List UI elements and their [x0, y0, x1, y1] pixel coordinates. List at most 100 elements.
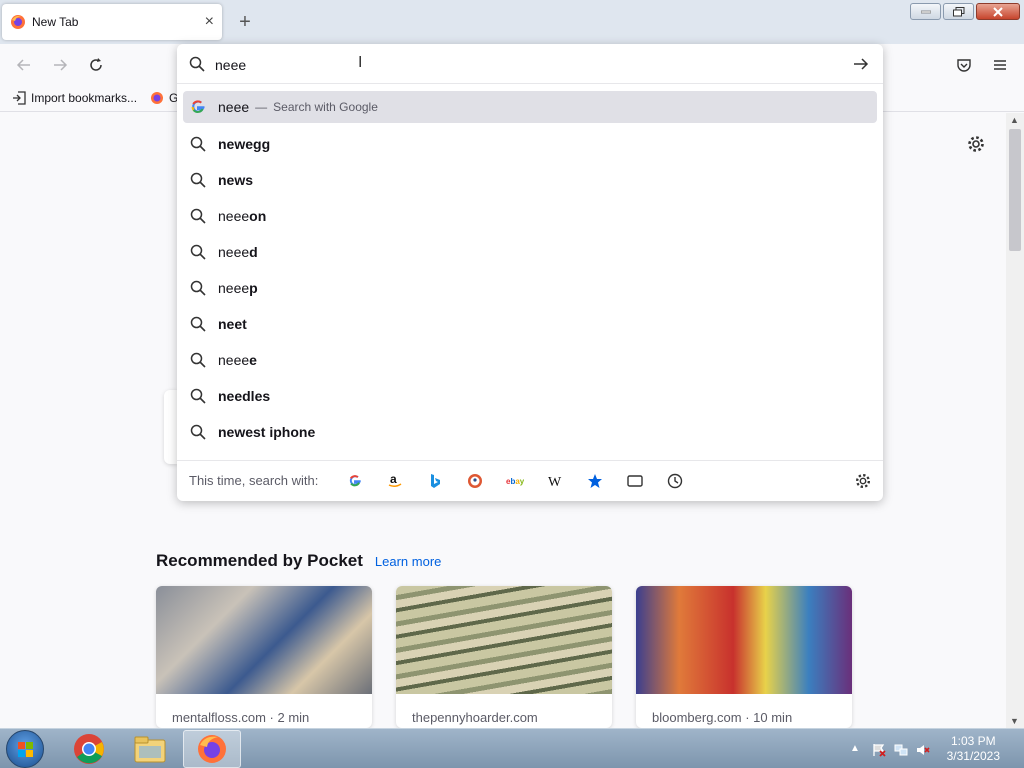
- search-icon: [190, 424, 206, 440]
- back-icon[interactable]: [15, 56, 33, 74]
- close-window-button[interactable]: [976, 3, 1020, 20]
- wikipedia-icon[interactable]: W: [545, 471, 565, 491]
- explorer-taskbar-icon[interactable]: [121, 730, 179, 768]
- restore-button[interactable]: [943, 3, 974, 20]
- suggestion-typed: neee: [218, 208, 250, 224]
- tab-new-tab[interactable]: New Tab ×: [2, 4, 222, 40]
- bing-icon[interactable]: [425, 471, 445, 491]
- google-icon[interactable]: [345, 471, 365, 491]
- firefox-icon: [10, 14, 26, 30]
- suggestion-completion: e: [249, 352, 257, 368]
- search-icon: [190, 136, 206, 152]
- story-image: [636, 586, 852, 694]
- search-icon: [190, 208, 206, 224]
- pocket-card[interactable]: thepennyhoarder.com: [396, 586, 612, 728]
- pocket-section-header: Recommended by Pocket Learn more: [156, 551, 441, 571]
- suggestion-row[interactable]: neee p: [183, 272, 877, 304]
- search-icon: [190, 172, 206, 188]
- suggestion-completion: d: [249, 244, 258, 260]
- scroll-down-icon[interactable]: ▼: [1010, 716, 1019, 726]
- scroll-up-icon[interactable]: ▲: [1010, 115, 1019, 125]
- learn-more-link[interactable]: Learn more: [375, 554, 441, 569]
- story-source: mentalfloss.com · 2 min: [172, 710, 310, 725]
- search-icon: [189, 56, 205, 75]
- story-source: bloomberg.com · 10 min: [652, 710, 793, 725]
- clock-date: 3/31/2023: [946, 749, 1000, 763]
- pocket-heading: Recommended by Pocket: [156, 551, 363, 570]
- action-center-icon[interactable]: [872, 743, 886, 757]
- clock-time: 1:03 PM: [950, 734, 996, 748]
- chrome-taskbar-icon[interactable]: [60, 730, 118, 768]
- suggestion-row[interactable]: newegg: [183, 128, 877, 160]
- suggestion-typed: neee: [218, 244, 250, 260]
- gear-icon[interactable]: [966, 134, 986, 154]
- amazon-icon[interactable]: a: [385, 471, 405, 491]
- page-scrollbar[interactable]: ▲ ▼: [1006, 113, 1024, 728]
- show-hidden-icons-icon[interactable]: ▲: [850, 743, 864, 757]
- suggestion-completion: neet: [218, 316, 247, 332]
- new-tab-button[interactable]: +: [233, 10, 257, 34]
- suggestion-typed: neee: [218, 280, 250, 296]
- suggestion-completion: news: [218, 172, 254, 188]
- suggestion-completion: on: [249, 208, 267, 224]
- pocket-card[interactable]: mentalfloss.com · 2 min: [156, 586, 372, 728]
- tabs-icon[interactable]: [625, 471, 645, 491]
- scrollbar-thumb[interactable]: [1009, 129, 1021, 251]
- taskbar-clock[interactable]: 1:03 PM 3/31/2023: [947, 734, 1000, 764]
- pocket-icon[interactable]: [955, 56, 973, 74]
- google-icon: [190, 99, 206, 115]
- suggestion-row[interactable]: neee — Search with Google: [183, 91, 877, 123]
- network-icon[interactable]: [894, 743, 908, 757]
- import-bookmarks-label: Import bookmarks...: [31, 91, 138, 105]
- volume-muted-icon[interactable]: [916, 743, 930, 757]
- story-source: thepennyhoarder.com: [412, 710, 538, 725]
- suggestion-row[interactable]: neee on: [183, 200, 877, 232]
- minimize-button[interactable]: [910, 3, 941, 20]
- bookmark-item[interactable]: G: [150, 91, 178, 105]
- search-icon: [190, 388, 206, 404]
- menu-icon[interactable]: [991, 56, 1009, 74]
- urlbar[interactable]: neee I: [177, 44, 883, 84]
- story-image: [396, 586, 612, 694]
- one-off-search-bar: This time, search with: a ebay W: [177, 460, 883, 501]
- windows-taskbar: ▲ 1:03 PM 3/31/2023: [0, 728, 1024, 768]
- urlbar-dropdown: neee I neee — Search with Google newegg …: [177, 44, 883, 501]
- suggestion-row[interactable]: neee e: [183, 344, 877, 376]
- go-arrow-icon[interactable]: [853, 56, 869, 75]
- ebay-icon[interactable]: ebay: [505, 471, 525, 491]
- tab-title: New Tab: [32, 15, 79, 29]
- svg-text:ebay: ebay: [506, 477, 524, 486]
- text-cursor-icon: I: [358, 54, 363, 71]
- tab-bar: New Tab × +: [0, 0, 1024, 44]
- start-button[interactable]: [6, 730, 44, 768]
- suggestion-row[interactable]: news: [183, 164, 877, 196]
- suggestion-separator: —: [255, 100, 268, 114]
- import-bookmarks-button[interactable]: Import bookmarks...: [12, 91, 137, 105]
- svg-text:W: W: [548, 475, 562, 488]
- import-icon: [12, 91, 26, 105]
- duckduckgo-icon[interactable]: [465, 471, 485, 491]
- search-settings-gear-icon[interactable]: [853, 471, 873, 491]
- pocket-card[interactable]: bloomberg.com · 10 min: [636, 586, 852, 728]
- tab-close-icon[interactable]: ×: [205, 14, 214, 30]
- suggestion-completion: p: [249, 280, 258, 296]
- firefox-taskbar-icon[interactable]: [183, 730, 241, 768]
- search-icon: [190, 280, 206, 296]
- bookmarks-star-icon[interactable]: [585, 471, 605, 491]
- reload-icon[interactable]: [87, 56, 105, 74]
- suggestion-row[interactable]: neee d: [183, 236, 877, 268]
- suggestion-row[interactable]: neet: [183, 308, 877, 340]
- suggestion-row[interactable]: needles: [183, 380, 877, 412]
- suggestion-completion: newegg: [218, 136, 271, 152]
- suggestion-row[interactable]: newest iphone: [183, 416, 877, 448]
- suggestion-typed: neee: [218, 99, 250, 115]
- one-off-label: This time, search with:: [189, 473, 319, 488]
- forward-icon[interactable]: [51, 56, 69, 74]
- story-image: [156, 586, 372, 694]
- window-controls: [910, 3, 1020, 20]
- firefox-icon: [150, 91, 164, 105]
- urlbar-input[interactable]: neee: [215, 57, 246, 73]
- suggestion-completion: needles: [218, 388, 271, 404]
- suggestion-action: Search with Google: [273, 100, 378, 114]
- history-clock-icon[interactable]: [665, 471, 685, 491]
